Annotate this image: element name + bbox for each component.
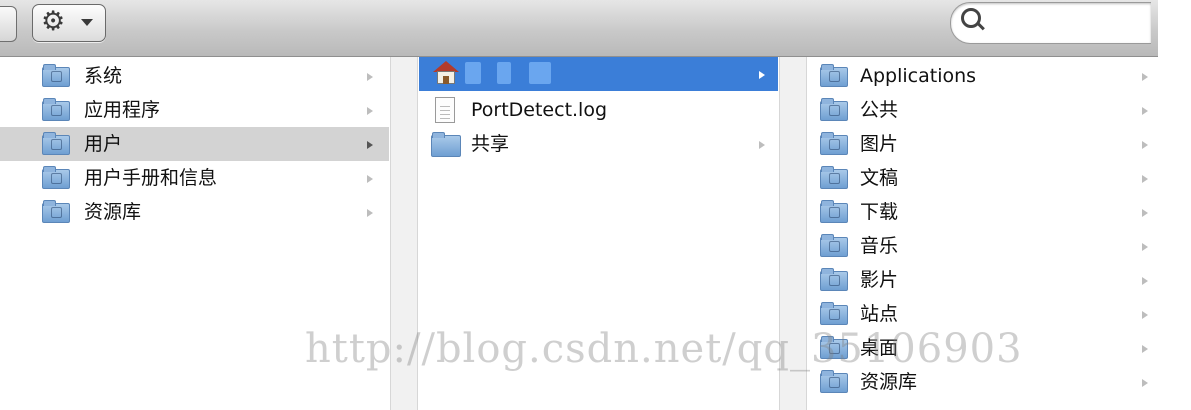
chevron-right-icon	[1142, 141, 1148, 149]
chevron-right-icon	[1142, 345, 1148, 353]
manuals-folder-icon	[42, 166, 70, 189]
search-field[interactable]	[950, 2, 1151, 44]
document-icon	[435, 97, 455, 123]
music-folder-icon	[820, 234, 848, 257]
movies-folder-icon	[820, 268, 848, 291]
window-edge	[1158, 0, 1191, 410]
chevron-right-icon	[1142, 379, 1148, 387]
item-label: Applications	[860, 65, 977, 87]
item-label: 用户手册和信息	[84, 167, 218, 189]
item-label: 影片	[860, 269, 899, 291]
item-label: 共享	[471, 133, 510, 155]
home-icon	[433, 61, 459, 85]
item-label: 应用程序	[84, 99, 161, 121]
chevron-right-icon	[759, 141, 765, 149]
chevron-right-icon	[1142, 277, 1148, 285]
chevron-right-icon	[759, 71, 765, 79]
chevron-right-icon	[367, 175, 373, 183]
redacted-block	[465, 62, 481, 84]
chevron-right-icon	[367, 73, 373, 81]
redacted-block	[529, 62, 551, 84]
list-item-library[interactable]: 资源库	[0, 195, 389, 229]
shared-folder-icon	[431, 132, 461, 157]
chevron-right-icon	[1142, 73, 1148, 81]
chevron-right-icon	[367, 107, 373, 115]
list-item-movies[interactable]: 影片	[808, 263, 1158, 297]
library-folder-icon	[820, 370, 848, 393]
list-item-home[interactable]	[419, 57, 778, 91]
redacted-block	[497, 62, 511, 84]
toolbar-left-button[interactable]	[0, 6, 17, 42]
chevron-right-icon	[367, 209, 373, 217]
list-item-applications[interactable]: Applications	[808, 59, 1158, 93]
public-folder-icon	[820, 98, 848, 121]
sites-folder-icon	[820, 302, 848, 325]
item-label: 系统	[84, 65, 123, 87]
chevron-right-icon	[1142, 311, 1148, 319]
applications-folder-icon	[820, 64, 848, 87]
item-label: 音乐	[860, 235, 899, 257]
applications-folder-icon	[42, 98, 70, 121]
chevron-right-icon	[1142, 243, 1148, 251]
list-item-portdetect-log[interactable]: PortDetect.log	[419, 93, 778, 127]
system-folder-icon	[42, 64, 70, 87]
finder-toolbar: ⚙	[0, 0, 1160, 57]
documents-folder-icon	[820, 166, 848, 189]
list-item-downloads[interactable]: 下载	[808, 195, 1158, 229]
item-label: 公共	[860, 99, 899, 121]
list-item-users[interactable]: 用户	[0, 127, 389, 161]
item-label: 文稿	[860, 167, 899, 189]
list-item-public[interactable]: 公共	[808, 93, 1158, 127]
list-item-music[interactable]: 音乐	[808, 229, 1158, 263]
item-label: 用户	[84, 133, 123, 155]
library-folder-icon	[42, 200, 70, 223]
item-label: 图片	[860, 133, 899, 155]
watermark-text: http://blog.csdn.net/qq_35106903	[305, 326, 1023, 372]
chevron-right-icon	[1142, 175, 1148, 183]
list-item-manuals[interactable]: 用户手册和信息	[0, 161, 389, 195]
list-item-applications[interactable]: 应用程序	[0, 93, 389, 127]
chevron-right-icon	[367, 141, 373, 149]
pictures-folder-icon	[820, 132, 848, 155]
item-label: 资源库	[84, 201, 142, 223]
item-label: 下载	[860, 201, 899, 223]
users-folder-icon	[42, 132, 70, 155]
item-label: PortDetect.log	[471, 99, 608, 121]
list-item-shared[interactable]: 共享	[419, 127, 778, 161]
chevron-right-icon	[1142, 107, 1148, 115]
downloads-folder-icon	[820, 200, 848, 223]
action-menu-button[interactable]: ⚙	[32, 4, 106, 42]
gear-icon: ⚙	[41, 6, 66, 37]
chevron-right-icon	[1142, 209, 1148, 217]
list-item-system[interactable]: 系统	[0, 59, 389, 93]
chevron-down-icon	[81, 19, 93, 26]
search-icon	[961, 8, 981, 28]
list-item-pictures[interactable]: 图片	[808, 127, 1158, 161]
list-item-documents[interactable]: 文稿	[808, 161, 1158, 195]
